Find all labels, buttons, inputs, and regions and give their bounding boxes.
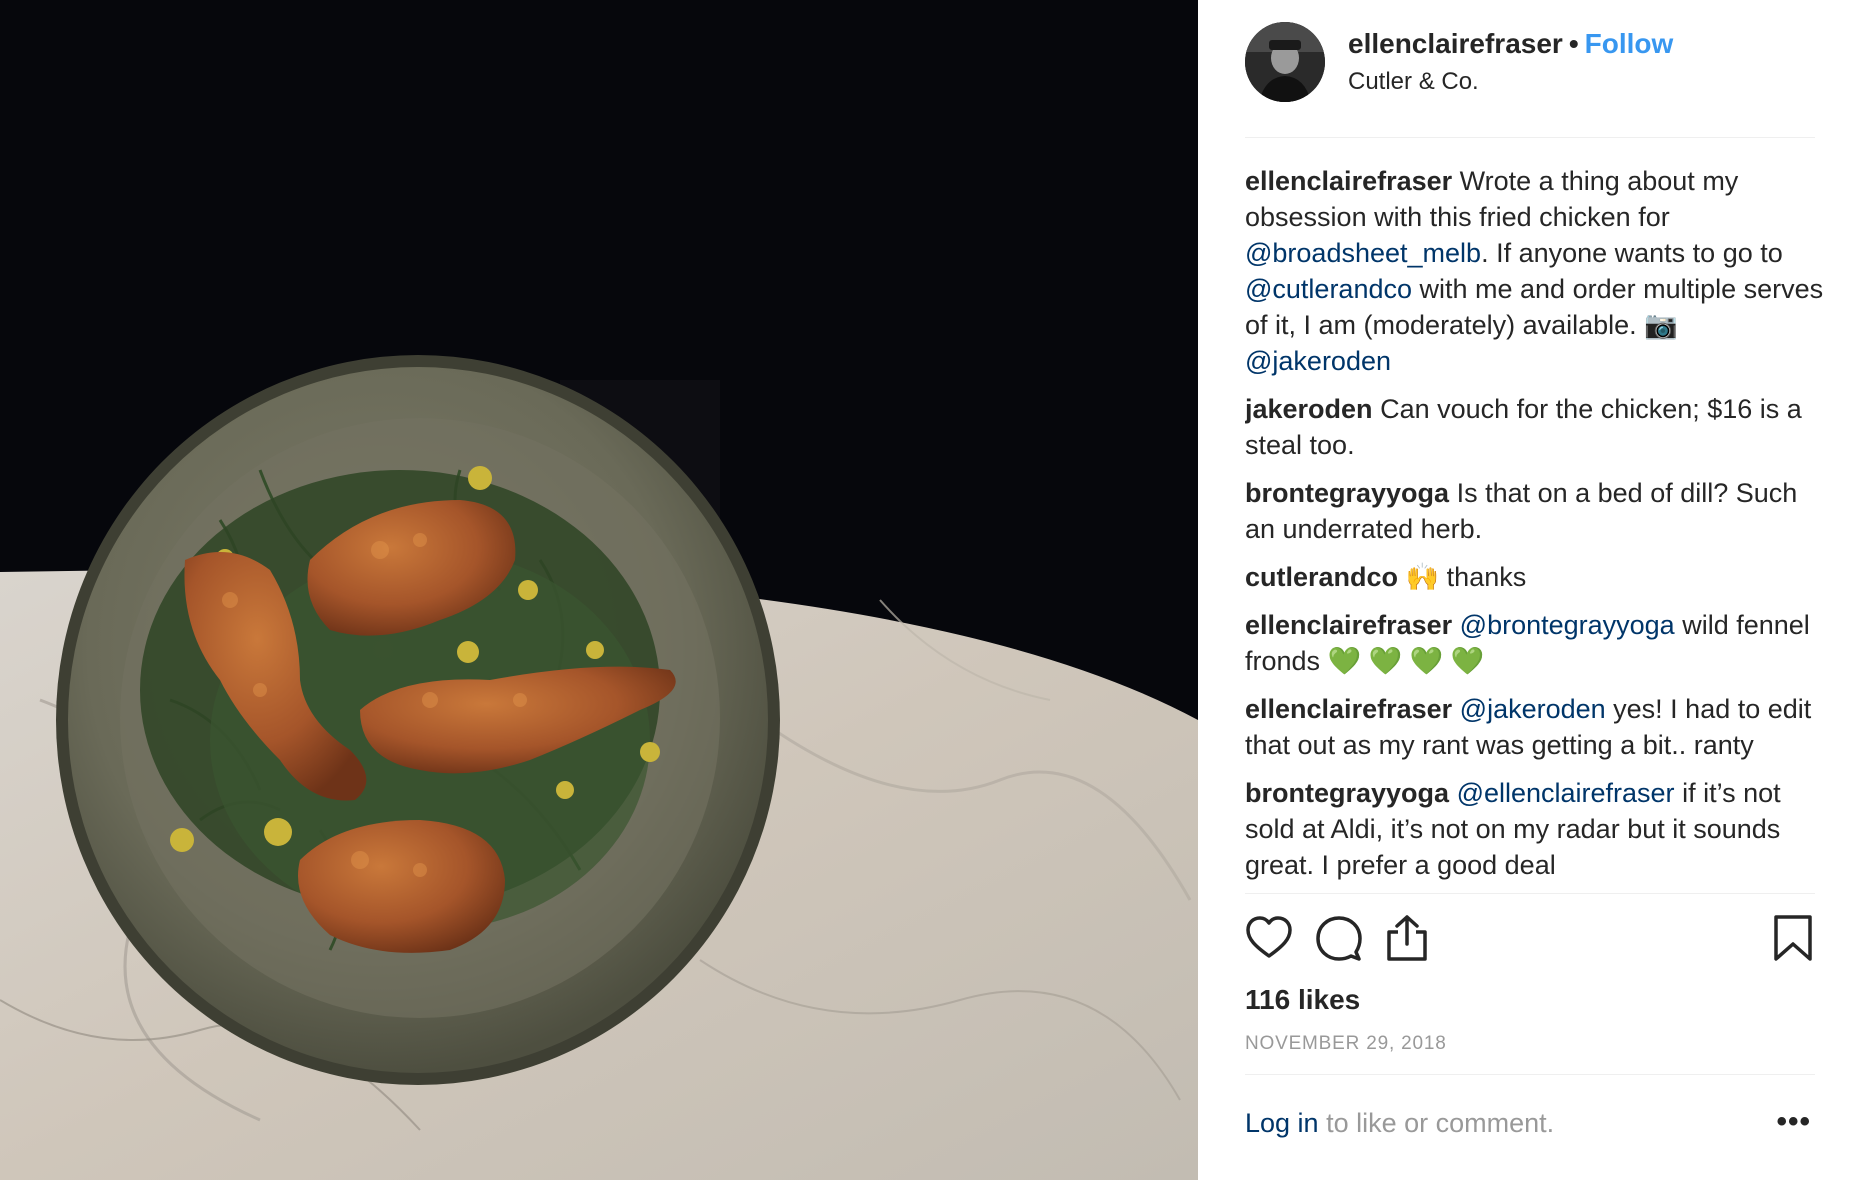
comment-username[interactable]: ellenclairefraser [1245, 610, 1452, 640]
heart-icon[interactable] [1245, 914, 1293, 962]
comment-username[interactable]: brontegrayyoga [1245, 478, 1449, 508]
comment-username[interactable]: ellenclairefraser [1245, 694, 1452, 724]
mention-link[interactable]: @jakeroden [1460, 694, 1606, 724]
follow-button[interactable]: Follow [1585, 28, 1674, 59]
comment-text: 🙌 thanks [1405, 562, 1527, 592]
more-options-icon[interactable]: ••• [1776, 1107, 1811, 1137]
list-item: brontegrayyoga Is that on a bed of dill?… [1245, 475, 1825, 547]
login-prompt-text: to like or comment. [1318, 1108, 1555, 1138]
action-bar: 116 likes NOVEMBER 29, 2018 Log in to li… [1245, 893, 1815, 1163]
caption: ellenclairefraser Wrote a thing about my… [1245, 163, 1825, 379]
avatar-image [1245, 22, 1325, 102]
author-username[interactable]: ellenclairefraser [1348, 28, 1563, 59]
mention-link[interactable]: @brontegrayyoga [1460, 610, 1675, 640]
post-photo[interactable] [0, 0, 1198, 1180]
likes-count[interactable]: 116 likes [1245, 982, 1360, 1018]
mention-link[interactable]: @jakeroden [1245, 346, 1391, 376]
fried-chicken-photo [0, 0, 1198, 1180]
login-link[interactable]: Log in [1245, 1108, 1319, 1138]
location-link[interactable]: Cutler & Co. [1348, 66, 1479, 98]
mention-link[interactable]: @broadsheet_melb [1245, 238, 1481, 268]
comment-username[interactable]: ellenclairefraser [1245, 166, 1452, 196]
post-detail-panel: ellenclairefraser • Follow Cutler & Co. el… [1198, 0, 1862, 1180]
comments-list[interactable]: ellenclairefraser Wrote a thing about my… [1245, 163, 1825, 890]
comment-icon[interactable] [1315, 914, 1363, 962]
comment-username[interactable]: brontegrayyoga [1245, 778, 1449, 808]
login-row: Log in to like or comment. ••• [1245, 1074, 1815, 1164]
separator-dot: • [1568, 28, 1579, 59]
post-header: ellenclairefraser • Follow Cutler & Co. [1245, 22, 1815, 138]
list-item: jakeroden Can vouch for the chicken; $16… [1245, 391, 1825, 463]
bookmark-icon[interactable] [1769, 914, 1817, 962]
list-item: cutlerandco 🙌 thanks [1245, 559, 1825, 595]
mention-link[interactable]: @ellenclairefraser [1457, 778, 1675, 808]
share-icon[interactable] [1383, 914, 1431, 962]
comment-username[interactable]: cutlerandco [1245, 562, 1398, 592]
login-prompt: Log in to like or comment. [1245, 1105, 1554, 1141]
list-item: brontegrayyoga @ellenclairefraser if it’… [1245, 775, 1825, 883]
list-item: ellenclairefraser @jakeroden yes! I had … [1245, 691, 1825, 763]
avatar[interactable] [1245, 22, 1325, 102]
comment-username[interactable]: jakeroden [1245, 394, 1373, 424]
list-item: ellenclairefraser @brontegrayyoga wild f… [1245, 607, 1825, 679]
caption-text: . If anyone wants to go to [1481, 238, 1783, 268]
mention-link[interactable]: @cutlerandco [1245, 274, 1412, 304]
header-user-line: ellenclairefraser • Follow [1348, 26, 1673, 62]
post-date: NOVEMBER 29, 2018 [1245, 1033, 1447, 1054]
